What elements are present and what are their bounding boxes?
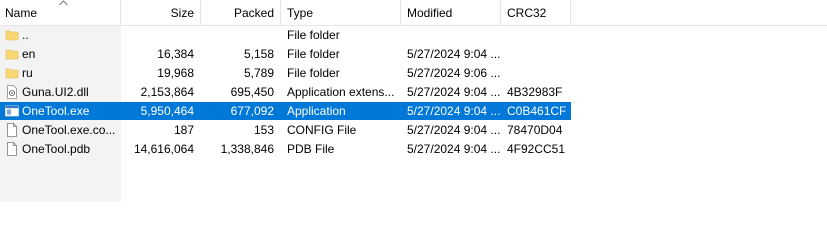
column-header-crc32[interactable]: CRC32 <box>501 0 571 25</box>
file-modified: 5/27/2024 9:04 ... <box>407 85 501 99</box>
file-crc32: 4B32983F <box>507 85 563 99</box>
sort-ascending-icon <box>59 0 68 6</box>
column-header-size-label: Size <box>170 6 194 20</box>
file-name: en <box>22 47 36 61</box>
column-header-type-label: Type <box>287 6 314 20</box>
file-packed-size: 677,092 <box>230 104 274 118</box>
file-size: 5,950,464 <box>140 104 194 118</box>
file-type: Application <box>287 104 346 118</box>
file-crc32: 78470D04 <box>507 123 563 137</box>
folder-icon <box>5 49 19 60</box>
folder-icon <box>5 68 19 79</box>
file-name: .. <box>22 28 29 42</box>
file-modified: 5/27/2024 9:04 ... <box>407 47 501 61</box>
exe-file-icon <box>5 105 19 117</box>
file-name: OneTool.exe <box>22 104 90 118</box>
file-size <box>121 26 201 44</box>
column-header-modified-label: Modified <box>407 6 453 20</box>
file-packed-size: 695,450 <box>230 85 274 99</box>
file-type: PDB File <box>287 142 335 156</box>
file-row-onetool-exe[interactable]: OneTool.exe 5,950,464 677,092 Applicatio… <box>0 102 571 120</box>
file-packed-size: 153 <box>253 123 274 137</box>
column-header-crc32-label: CRC32 <box>507 6 547 20</box>
file-modified <box>401 26 501 44</box>
file-icon <box>7 123 17 137</box>
column-header-name-label: Name <box>5 6 38 20</box>
file-crc32 <box>501 64 571 82</box>
file-size: 16,384 <box>157 47 194 61</box>
file-packed-size: 5,158 <box>243 47 274 61</box>
file-packed-size <box>201 26 281 44</box>
file-modified: 5/27/2024 9:04 ... <box>407 104 501 118</box>
column-header-packed-label: Packed <box>233 6 274 20</box>
file-modified: 5/27/2024 9:04 ... <box>407 123 501 137</box>
file-modified: 5/27/2024 9:06 ... <box>407 66 501 80</box>
file-size: 19,968 <box>157 66 194 80</box>
file-row-parent[interactable]: .. File folder <box>0 26 571 44</box>
file-name: ru <box>22 66 33 80</box>
file-packed-size: 5,789 <box>243 66 274 80</box>
file-row-onetool-config[interactable]: OneTool.exe.co... 187 153 CONFIG File 5/… <box>0 121 571 139</box>
file-type: File folder <box>287 66 340 80</box>
file-crc32 <box>501 45 571 63</box>
file-type: CONFIG File <box>287 123 357 137</box>
file-packed-size: 1,338,846 <box>220 142 274 156</box>
file-name: OneTool.exe.co... <box>22 123 116 137</box>
file-row-guna-dll[interactable]: Guna.UI2.dll 2,153,864 695,450 Applicati… <box>0 83 571 101</box>
file-type: Application extens... <box>287 85 395 99</box>
column-header-modified[interactable]: Modified <box>401 0 501 25</box>
column-header-type[interactable]: Type <box>281 0 401 25</box>
file-type: File folder <box>287 28 340 42</box>
folder-up-icon <box>5 30 19 41</box>
file-size: 14,616,064 <box>133 142 194 156</box>
file-crc32 <box>501 26 571 44</box>
column-header-packed[interactable]: Packed <box>201 0 281 25</box>
column-header-size[interactable]: Size <box>121 0 201 25</box>
file-crc32: 4F92CC51 <box>507 142 566 156</box>
file-name: Guna.UI2.dll <box>22 85 89 99</box>
column-header-bar: Name Size Packed Type Modified CRC32 <box>0 0 827 26</box>
column-header-name[interactable]: Name <box>0 0 121 25</box>
file-row-en[interactable]: en 16,384 5,158 File folder 5/27/2024 9:… <box>0 45 571 63</box>
file-modified: 5/27/2024 9:04 ... <box>407 142 501 156</box>
file-name: OneTool.pdb <box>22 142 91 156</box>
file-crc32: C0B461CF <box>507 104 567 118</box>
file-row-ru[interactable]: ru 19,968 5,789 File folder 5/27/2024 9:… <box>0 64 571 82</box>
file-row-onetool-pdb[interactable]: OneTool.pdb 14,616,064 1,338,846 PDB Fil… <box>0 140 571 158</box>
file-size: 2,153,864 <box>140 85 194 99</box>
file-type: File folder <box>287 47 340 61</box>
file-size: 187 <box>173 123 194 137</box>
file-icon <box>7 142 17 156</box>
file-list[interactable]: Name Size Packed Type Modified CRC32 .. … <box>0 0 827 202</box>
dll-file-icon <box>7 85 17 99</box>
